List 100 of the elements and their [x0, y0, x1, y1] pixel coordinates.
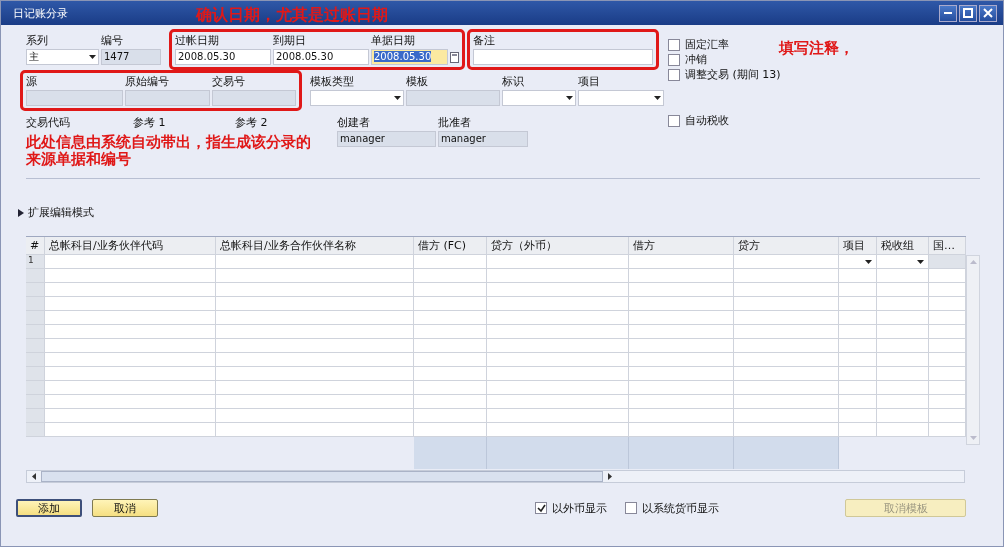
scroll-right-icon[interactable] — [608, 473, 612, 480]
field-label: 源 — [26, 75, 37, 89]
readonly-field[interactable]: manager — [337, 131, 436, 147]
column-header[interactable]: 借方 (FC) — [414, 237, 487, 255]
dropdown-arrow-icon — [394, 96, 401, 100]
table-cell — [839, 395, 877, 409]
action-button[interactable]: 添加 — [16, 499, 82, 517]
input-field[interactable]: 2008.05.30 — [175, 49, 271, 65]
table-cell — [839, 353, 877, 367]
checkbox[interactable] — [668, 68, 680, 81]
field-label: 交易代码 — [26, 116, 70, 130]
checkbox-label: 以外币显示 — [552, 500, 607, 516]
dropdown-field[interactable]: 主 — [26, 49, 99, 65]
column-header[interactable]: 总帐科目/业务伙伴代码 — [45, 237, 216, 255]
row-header-cell — [26, 269, 45, 283]
field-label: 模板 — [406, 75, 428, 89]
field-label: 到期日 — [273, 34, 306, 48]
readonly-field[interactable] — [26, 90, 123, 106]
input-field[interactable] — [473, 49, 653, 65]
table-cell — [839, 381, 877, 395]
annotation-text: 填写注释， — [779, 39, 854, 58]
checkbox[interactable] — [535, 502, 547, 514]
table-cell — [877, 367, 929, 381]
readonly-field[interactable]: manager — [438, 131, 528, 147]
table-cell — [929, 339, 966, 353]
horizontal-scrollbar[interactable] — [26, 470, 965, 483]
table-cell — [929, 353, 966, 367]
checkbox[interactable] — [668, 38, 680, 51]
input-field[interactable]: 2008.05.30 — [273, 49, 369, 65]
table-cell — [839, 339, 877, 353]
field-label: 过帐日期 — [175, 34, 219, 48]
scroll-thumb[interactable] — [41, 471, 603, 482]
table-cell — [877, 325, 929, 339]
field-label: 交易号 — [212, 75, 245, 89]
table-cell — [929, 283, 966, 297]
column-header[interactable]: 贷方（外币） — [487, 237, 629, 255]
column-header[interactable]: 税收组 — [877, 237, 929, 255]
checkbox-label: 调整交易 (期间 13) — [685, 67, 781, 82]
field-label: 模板类型 — [310, 75, 354, 89]
column-header[interactable]: 总帐科目/业务合作伙伴名称 — [216, 237, 414, 255]
table-cell — [929, 409, 966, 423]
action-button[interactable]: 取消 — [92, 499, 158, 517]
table-cell — [929, 381, 966, 395]
column-header[interactable]: 项目 — [839, 237, 877, 255]
dropdown-arrow-icon[interactable] — [865, 260, 872, 264]
table-cell — [877, 353, 929, 367]
minimize-button[interactable] — [939, 4, 957, 22]
table-cell — [839, 297, 877, 311]
table-cell — [839, 423, 877, 437]
row-header-cell — [26, 409, 45, 423]
row-number: 1 — [26, 255, 45, 269]
table-cell — [929, 297, 966, 311]
field-label: 参考 2 — [235, 116, 268, 130]
readonly-field[interactable] — [125, 90, 210, 106]
field-label: 原始编号 — [125, 75, 169, 89]
row-header-cell — [26, 381, 45, 395]
readonly-field[interactable] — [406, 90, 500, 106]
column-header[interactable]: 贷方 — [734, 237, 839, 255]
table-cell — [877, 339, 929, 353]
expand-toggle[interactable]: 扩展编辑模式 — [18, 205, 94, 220]
row-header-cell — [26, 395, 45, 409]
checkbox-label: 固定汇率 — [685, 37, 729, 52]
triangle-icon — [18, 208, 24, 217]
close-icon — [983, 8, 993, 18]
table-cell — [839, 367, 877, 381]
dropdown-arrow-icon — [654, 96, 661, 100]
dropdown-field[interactable] — [502, 90, 576, 106]
dropdown-field[interactable] — [310, 90, 404, 106]
readonly-field[interactable] — [212, 90, 296, 106]
dropdown-field[interactable] — [578, 90, 664, 106]
annotation-text: 此处信息由系统自动带出，指生成该分录的来源单据和编号 — [26, 134, 312, 168]
dropdown-arrow-icon — [89, 55, 96, 59]
readonly-field[interactable]: 1477 — [101, 49, 161, 65]
table-cell — [929, 423, 966, 437]
calendar-icon[interactable] — [450, 51, 459, 63]
checkbox[interactable] — [625, 502, 637, 514]
close-button[interactable] — [979, 4, 997, 22]
row-header-cell — [26, 339, 45, 353]
field-label: 系列 — [26, 34, 48, 48]
row-header-cell — [26, 353, 45, 367]
table-cell — [839, 311, 877, 325]
checkbox[interactable] — [668, 114, 680, 127]
row-header-cell — [26, 311, 45, 325]
column-header[interactable]: # — [26, 237, 45, 255]
table-cell — [839, 409, 877, 423]
field-label: 备注 — [473, 34, 495, 48]
row-header-cell — [26, 283, 45, 297]
table-cell — [877, 311, 929, 325]
dropdown-arrow-icon[interactable] — [917, 260, 924, 264]
field-label: 标识 — [502, 75, 524, 89]
scroll-left-icon[interactable] — [32, 473, 36, 480]
maximize-button[interactable] — [959, 4, 977, 22]
column-header[interactable]: 国… — [929, 237, 966, 255]
table-cell — [877, 297, 929, 311]
checkbox[interactable] — [668, 53, 680, 66]
table-cell — [877, 409, 929, 423]
table-cell — [877, 381, 929, 395]
column-header[interactable]: 借方 — [629, 237, 734, 255]
checkbox-label: 以系统货币显示 — [642, 500, 719, 516]
date-field[interactable]: 2008.05.30 — [371, 49, 448, 65]
